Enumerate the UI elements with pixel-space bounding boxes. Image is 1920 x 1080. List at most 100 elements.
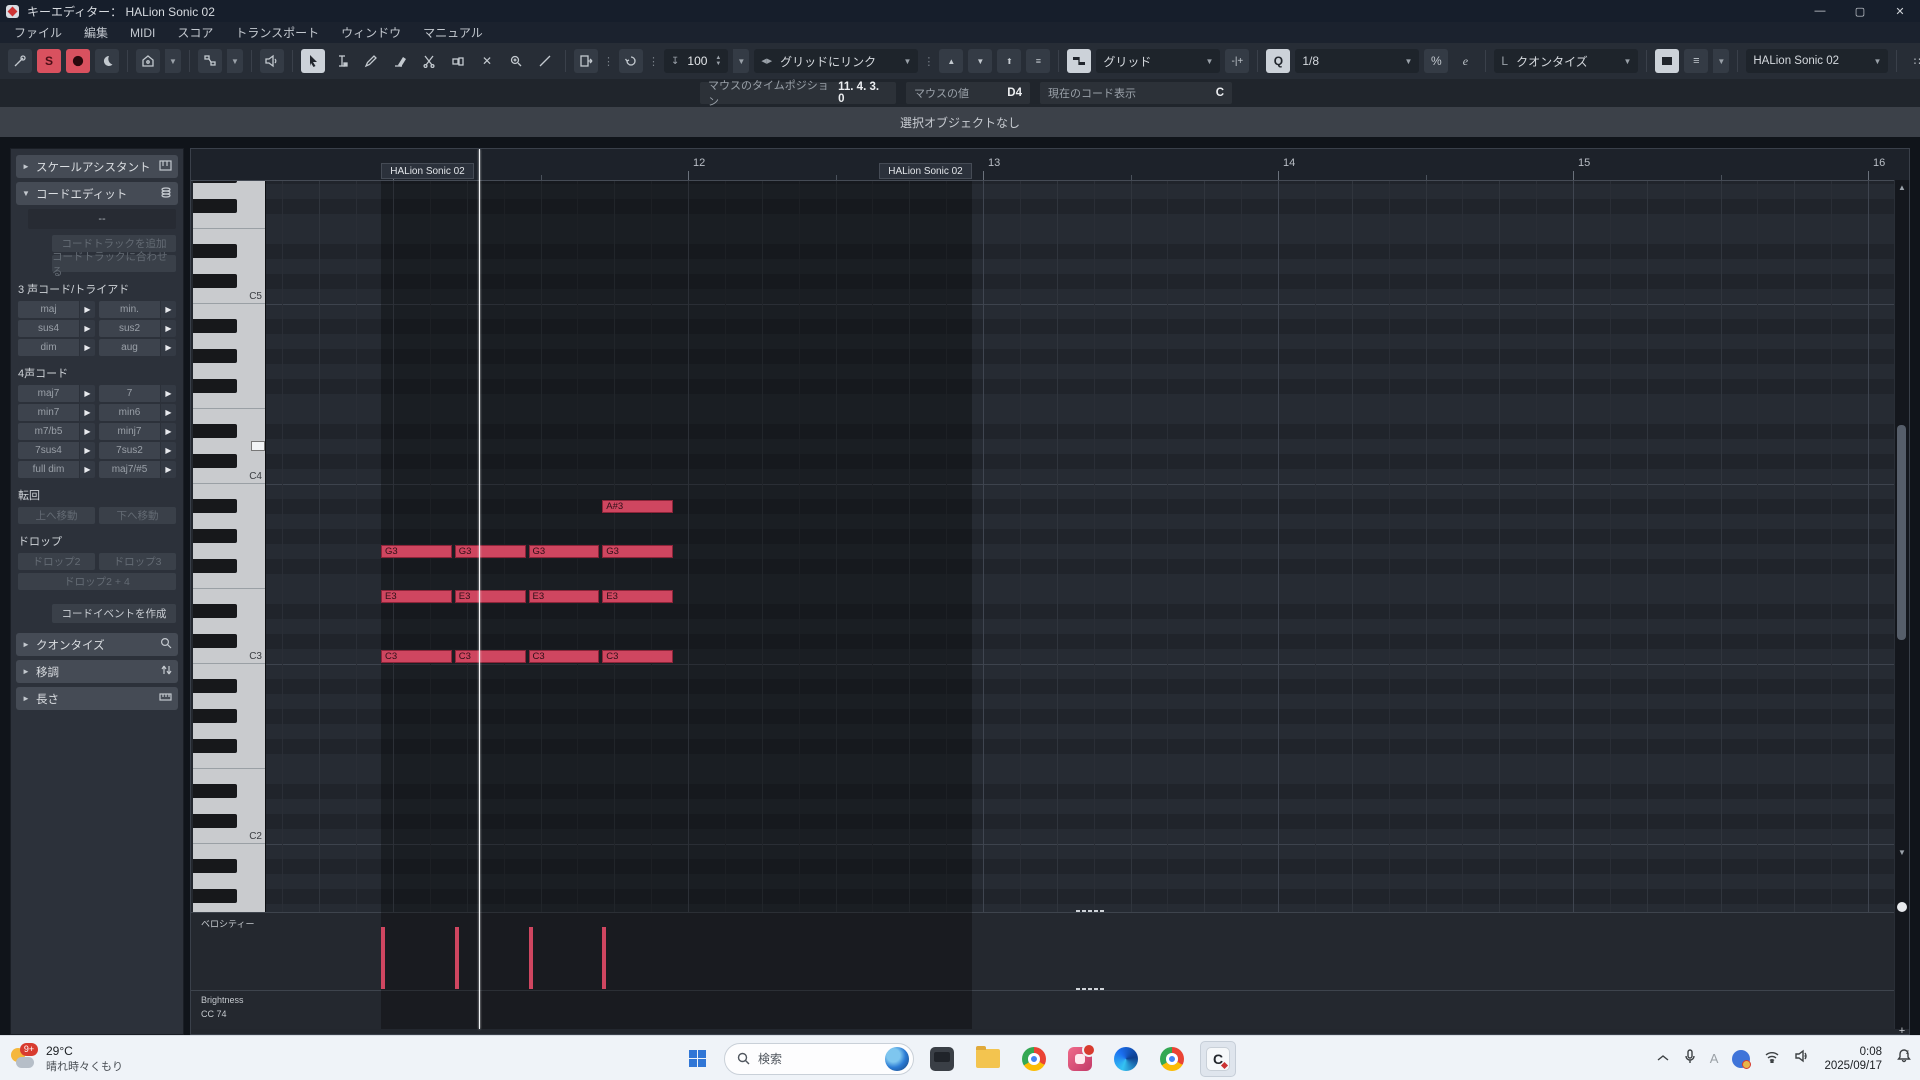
chord-button-7sus4[interactable]: 7sus4▶ <box>18 442 95 459</box>
black-key[interactable] <box>193 889 237 903</box>
chord-audition-icon[interactable]: ▶ <box>161 339 176 356</box>
taskbar-cubase-active[interactable]: C <box>1200 1041 1236 1077</box>
vertical-scrollbar[interactable]: ▲ ▼ + <box>1894 180 1909 1029</box>
info-field-0[interactable]: マウスのタイムポジション11. 4. 3. 0 <box>700 82 896 104</box>
menu-item-1[interactable]: 編集 <box>78 24 124 41</box>
section-quantize[interactable]: ►クオンタイズ <box>16 633 178 656</box>
midi-note-C3[interactable]: C3 <box>529 650 600 663</box>
midi-note-G3[interactable]: G3 <box>529 545 600 558</box>
drop-2-4-button[interactable]: ドロップ2 + 4 <box>18 573 176 590</box>
section-scale-assistant[interactable]: ►スケールアシスタント <box>16 155 178 178</box>
chord-button-fulldim[interactable]: full dim▶ <box>18 461 95 478</box>
tool-trim[interactable] <box>330 49 354 73</box>
menu-item-4[interactable]: トランスポート <box>229 24 335 41</box>
section-length[interactable]: ►長さ <box>16 687 178 710</box>
tool-line[interactable] <box>533 49 557 73</box>
close-button[interactable]: ✕ <box>1880 0 1920 22</box>
taskbar-app-dark[interactable] <box>924 1041 960 1077</box>
tool-mute[interactable]: ✕ <box>475 49 499 73</box>
inversion-button[interactable]: 下へ移動 <box>99 507 176 524</box>
black-key[interactable] <box>193 739 237 753</box>
chord-audition-icon[interactable]: ▶ <box>80 301 95 318</box>
quantize-q-icon[interactable]: Q <box>1266 49 1290 73</box>
taskbar-search[interactable]: 検索 <box>724 1043 914 1075</box>
record-button[interactable] <box>66 49 90 73</box>
part-end-flag[interactable]: HALion Sonic 02 <box>879 163 972 179</box>
show-part-borders-icon[interactable] <box>1655 49 1679 73</box>
insert-velocity-value[interactable]: 100 <box>687 54 707 68</box>
weather-widget[interactable]: 9+ 29°C 晴れ時々くもり <box>10 1044 210 1074</box>
tool-glue[interactable] <box>446 49 470 73</box>
chord-button-dim[interactable]: dim▶ <box>18 339 95 356</box>
quantize-preset-box[interactable]: 1/8 ▼ <box>1295 49 1419 73</box>
black-key[interactable] <box>193 454 237 468</box>
note-grid[interactable]: C3C3C3C3E3E3E3E3G3G3G3G3A#3 <box>265 180 1897 912</box>
velocity-bar[interactable] <box>602 927 606 989</box>
move-up-icon[interactable]: ⬆ <box>997 49 1021 73</box>
pitch-visibility-icon[interactable] <box>198 49 222 73</box>
scrollbar-thumb[interactable] <box>1897 425 1906 640</box>
audition-speaker-icon[interactable] <box>260 49 284 73</box>
black-key[interactable] <box>193 529 237 543</box>
track-selector-box[interactable]: HALion Sonic 02 ▼ <box>1746 49 1888 73</box>
midi-note-A#3[interactable]: A#3 <box>602 500 673 513</box>
menu-item-6[interactable]: マニュアル <box>417 24 499 41</box>
volume-icon[interactable] <box>1794 1049 1810 1068</box>
chord-button-sus2[interactable]: sus2▶ <box>99 320 176 337</box>
midi-note-E3[interactable]: E3 <box>381 590 452 603</box>
black-key[interactable] <box>193 559 237 573</box>
midi-note-E3[interactable]: E3 <box>602 590 673 603</box>
chord-button-7sus2[interactable]: 7sus2▶ <box>99 442 176 459</box>
black-key[interactable] <box>193 319 237 333</box>
tool-split-icon[interactable] <box>417 49 441 73</box>
time-ruler[interactable]: 1213141516HALion Sonic 02HALion Sonic 02 <box>191 149 1910 181</box>
black-key[interactable] <box>193 244 237 258</box>
zoom-in-icon[interactable]: + <box>1895 1025 1909 1035</box>
chord-button-minj7[interactable]: minj7▶ <box>99 423 176 440</box>
chord-button-m7b5[interactable]: m7/b5▶ <box>18 423 95 440</box>
black-key[interactable] <box>193 424 237 438</box>
chord-audition-icon[interactable]: ▶ <box>161 320 176 337</box>
step-input-icon[interactable]: ∷ <box>1905 49 1920 73</box>
chord-audition-icon[interactable]: ▶ <box>161 385 176 402</box>
chord-button-maj[interactable]: maj▶ <box>18 301 95 318</box>
chord-button-sus4[interactable]: sus4▶ <box>18 320 95 337</box>
taskbar-browser-2[interactable] <box>1154 1041 1190 1077</box>
chord-button-min6[interactable]: min6▶ <box>99 404 176 421</box>
grid-plusminus-icon[interactable]: -|+ <box>1225 49 1249 73</box>
swing-icon[interactable]: % <box>1424 49 1448 73</box>
velocity-bar[interactable] <box>529 927 533 989</box>
chord-button-min7[interactable]: min7▶ <box>18 404 95 421</box>
controller-lanes[interactable]: ベロシティーBrightnessCC 74 <box>191 912 1897 1029</box>
info-field-2[interactable]: 現在のコード表示C <box>1040 82 1232 104</box>
tool-object-selection[interactable] <box>301 49 325 73</box>
snap-type-box[interactable]: グリッド ▼ <box>1096 49 1220 73</box>
create-chord-event-button[interactable]: コードイベントを作成 <box>52 604 176 623</box>
black-key[interactable] <box>193 499 237 513</box>
window-zones-dropdown[interactable]: ▼ <box>165 49 181 73</box>
taskbar-chrome[interactable] <box>1016 1041 1052 1077</box>
part-start-flag[interactable]: HALion Sonic 02 <box>381 163 474 179</box>
ime-indicator[interactable]: A <box>1710 1051 1719 1066</box>
tray-app-icon[interactable] <box>1732 1050 1750 1068</box>
window-zones-icon[interactable] <box>136 49 160 73</box>
maximize-button[interactable]: ▢ <box>1840 0 1880 22</box>
menu-item-2[interactable]: MIDI <box>124 26 171 40</box>
menu-item-0[interactable]: ファイル <box>8 24 78 41</box>
iterative-quantize-icon[interactable]: e <box>1453 49 1477 73</box>
chord-button-7[interactable]: 7▶ <box>99 385 176 402</box>
inversion-button[interactable]: 上へ移動 <box>18 507 95 524</box>
piano-keyboard[interactable]: C2C3C4C5 <box>193 180 266 912</box>
black-key[interactable] <box>193 679 237 693</box>
black-key[interactable] <box>193 379 237 393</box>
menu-item-5[interactable]: ウィンドウ <box>335 24 417 41</box>
taskbar-file-explorer[interactable] <box>970 1041 1006 1077</box>
black-key[interactable] <box>193 634 237 648</box>
chord-audition-icon[interactable]: ▶ <box>161 404 176 421</box>
part-edit-loop-icon[interactable] <box>619 49 643 73</box>
black-key[interactable] <box>193 859 237 873</box>
taskbar-edge[interactable] <box>1108 1041 1144 1077</box>
chord-audition-icon[interactable]: ▶ <box>161 442 176 459</box>
velocity-bar[interactable] <box>381 927 385 989</box>
tool-zoom[interactable] <box>504 49 528 73</box>
